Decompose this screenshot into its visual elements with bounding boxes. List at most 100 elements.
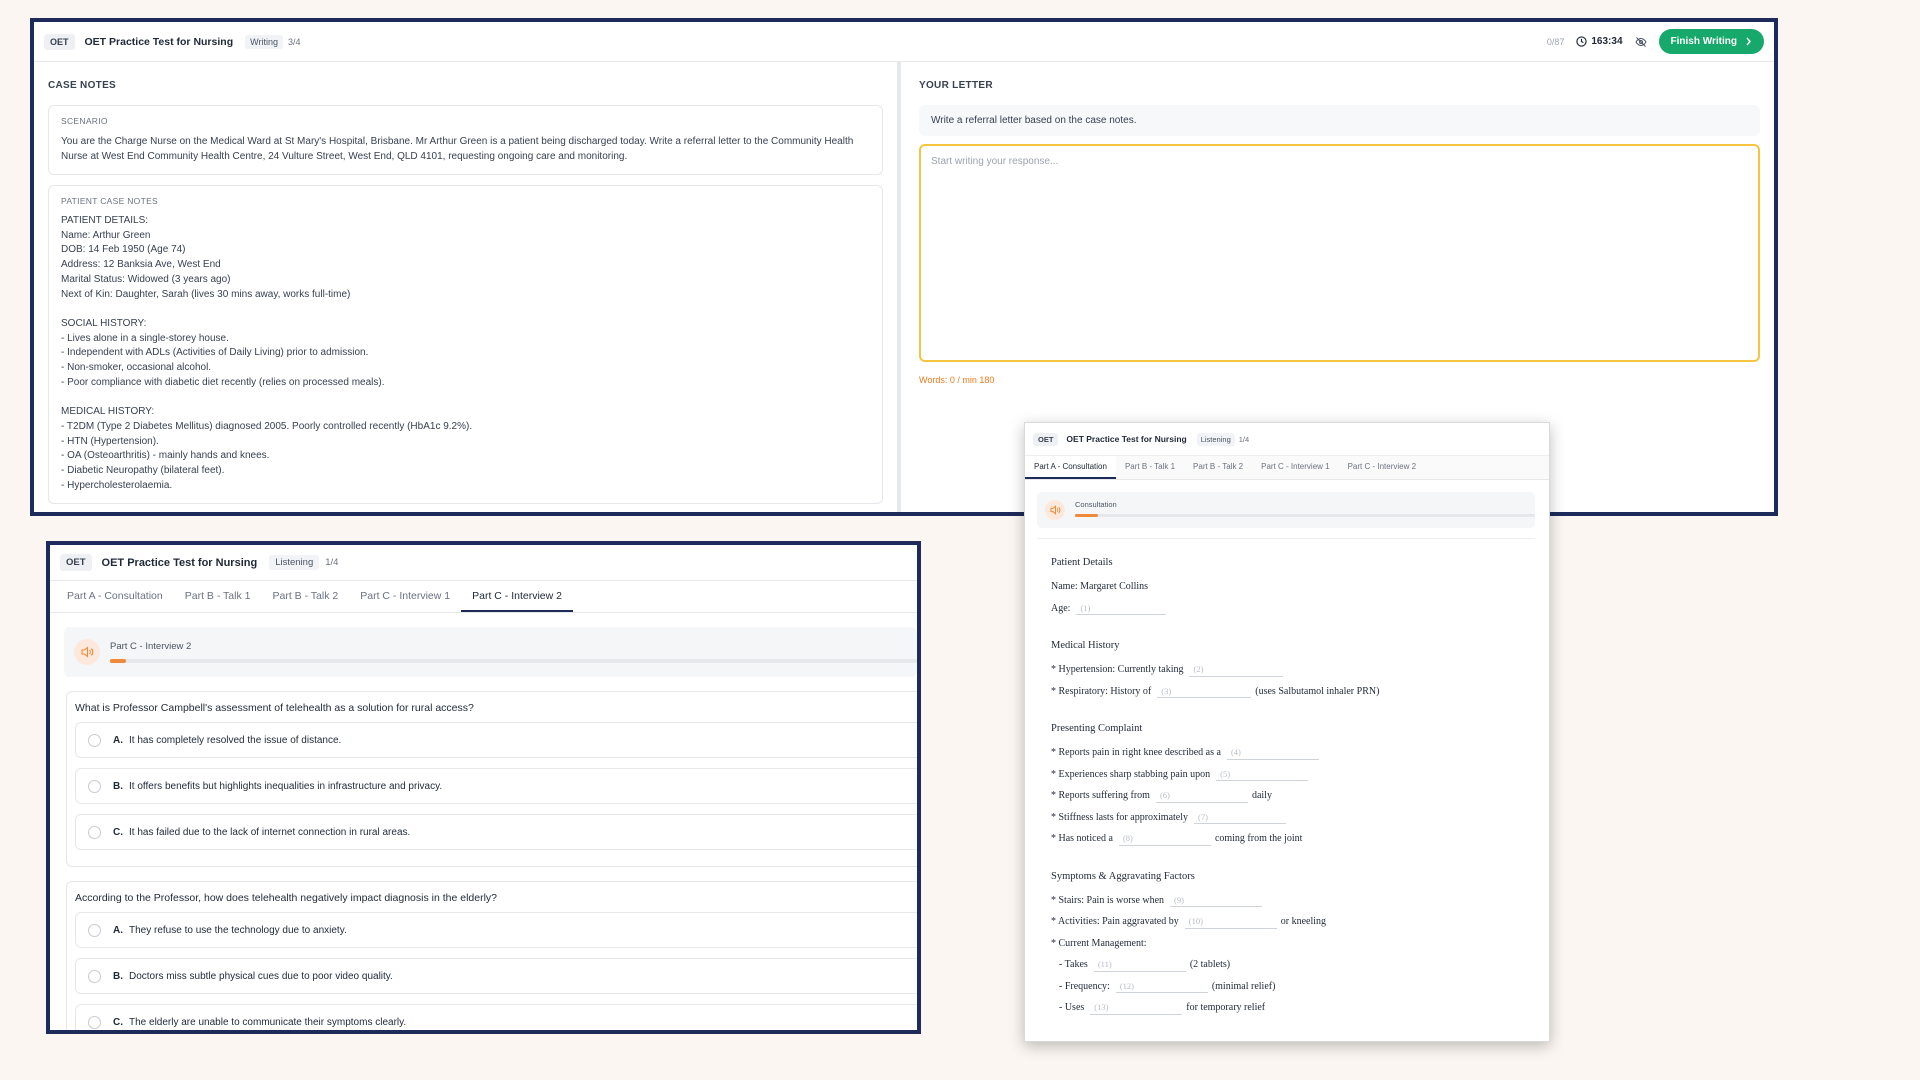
notes-line: Address: 12 Banksia Ave, West End	[61, 259, 221, 271]
answer-blank-6[interactable]: (6)	[1155, 789, 1248, 803]
radio-button[interactable]	[88, 969, 101, 983]
notes-line: - Lives alone in a single-storey house.	[61, 332, 229, 344]
tab-part-a-consultation[interactable]: Part A - Consultation	[56, 581, 174, 612]
case-notes-pane[interactable]: CASE NOTES SCENARIO You are the Charge N…	[34, 62, 901, 512]
answer-blank-2[interactable]: (2)	[1189, 663, 1284, 677]
line-suffix: (2 tablets)	[1189, 959, 1231, 971]
line-text: * Reports suffering from	[1051, 790, 1150, 802]
speaker-icon[interactable]	[1045, 500, 1065, 520]
notes-line: - OA (Osteoarthritis) - mainly hands and…	[61, 450, 270, 462]
audio-player: Part C - Interview 2	[64, 627, 917, 677]
finish-writing-button[interactable]: Finish Writing	[1658, 29, 1764, 54]
audio-player: Consultation	[1037, 492, 1535, 528]
oet-badge: OET	[44, 33, 75, 50]
line-suffix: coming from the joint	[1214, 833, 1303, 845]
tab-part-c-interview-2[interactable]: Part C - Interview 2	[1339, 456, 1425, 479]
tab-part-c-interview-1[interactable]: Part C - Interview 1	[1252, 456, 1338, 479]
tab-part-b-talk-2[interactable]: Part B - Talk 2	[1184, 456, 1252, 479]
patient-notes-label: PATIENT CASE NOTES	[61, 196, 159, 206]
notes-line: PATIENT DETAILS:	[61, 215, 149, 226]
form-line: * Has noticed a (8) coming from the join…	[1051, 828, 1535, 850]
option-text: It has completely resolved the issue of …	[129, 734, 342, 746]
patient-notes-text: PATIENT DETAILS: Name: Arthur Green DOB: 1…	[61, 214, 870, 493]
answer-option[interactable]: B. It offers benefits but highlights ine…	[75, 768, 917, 804]
writing-header: OET OET Practice Test for Nursing Writin…	[34, 22, 1774, 62]
answer-blank-1[interactable]: (1)	[1076, 601, 1167, 616]
word-count-status: Words: 0 / min 180	[919, 375, 995, 385]
part-tabs: Part A - Consultation Part B - Talk 1 Pa…	[1025, 455, 1549, 480]
answer-blank-7[interactable]: (7)	[1194, 810, 1287, 825]
line-suffix: daily	[1251, 790, 1272, 802]
answer-blank-4[interactable]: (4)	[1226, 746, 1319, 760]
tab-part-b-talk-1[interactable]: Part B - Talk 1	[174, 581, 262, 612]
answer-option[interactable]: A. They refuse to use the technology due…	[75, 912, 917, 948]
form-line: * Experiences sharp stabbing pain upon (…	[1051, 764, 1535, 786]
option-text: They refuse to use the technology due to…	[129, 924, 347, 936]
section-progress: 1/4	[325, 557, 339, 568]
answer-blank-3[interactable]: (3)	[1157, 684, 1252, 699]
letter-textarea[interactable]	[919, 144, 1760, 362]
timer-value: 163:34	[1591, 36, 1623, 47]
clock-icon	[1576, 36, 1588, 47]
test-title: OET Practice Test for Nursing	[84, 35, 234, 48]
mode-badge: Listening	[269, 555, 320, 570]
form-line: * Stiffness lasts for approximately (7)	[1051, 807, 1535, 829]
tab-part-b-talk-2[interactable]: Part B - Talk 2	[261, 581, 349, 612]
notes-line: DOB: 14 Feb 1950 (Age 74)	[61, 244, 186, 256]
answer-option[interactable]: A. It has completely resolved the issue …	[75, 722, 917, 758]
tab-part-c-interview-1[interactable]: Part C - Interview 1	[349, 581, 461, 612]
section-progress: 1/4	[1238, 434, 1250, 444]
line-text: * Current Management:	[1051, 937, 1147, 949]
tab-part-b-talk-1[interactable]: Part B - Talk 1	[1116, 456, 1184, 479]
answer-blank-5[interactable]: (5)	[1216, 767, 1309, 782]
answer-blank-10[interactable]: (10)	[1184, 915, 1277, 929]
form-line: * Reports suffering from (6) daily	[1051, 785, 1535, 807]
line-text: * Stiffness lasts for approximately	[1051, 811, 1189, 823]
line-text: * Hypertension: Currently taking	[1051, 664, 1184, 676]
option-text: It has failed due to the lack of interne…	[129, 826, 411, 838]
radio-button[interactable]	[88, 733, 101, 747]
answer-option[interactable]: C. The elderly are unable to communicate…	[75, 1004, 917, 1030]
mode-badge: Writing	[245, 34, 283, 49]
letter-prompt: Write a referral letter based on the cas…	[919, 105, 1760, 136]
answer-blank-12[interactable]: (12)	[1115, 979, 1208, 994]
radio-button[interactable]	[88, 825, 101, 839]
audio-progress-track[interactable]	[1075, 514, 1535, 517]
notes-line: Marital Status: Widowed (3 years ago)	[61, 273, 231, 285]
question-block: What is Professor Campbell's assessment …	[66, 691, 917, 867]
answer-blank-8[interactable]: (8)	[1118, 832, 1211, 846]
section-heading: Patient Details	[1051, 557, 1113, 568]
listening-part-c-window: OET OET Practice Test for Nursing Listen…	[46, 541, 921, 1034]
notes-line: - Hypercholesterolaemia.	[61, 479, 173, 491]
your-letter-title: YOUR LETTER	[919, 80, 993, 91]
form-line: - Takes (11) (2 tablets)	[1051, 954, 1535, 976]
radio-button[interactable]	[88, 1015, 101, 1029]
section-heading: Symptoms & Aggravating Factors	[1051, 870, 1195, 882]
form-line: * Stairs: Pain is worse when (9)	[1051, 890, 1535, 912]
listening-header: OET OET Practice Test for Nursing Listen…	[1025, 423, 1549, 455]
answer-blank-13[interactable]: (13)	[1090, 1001, 1183, 1015]
line-text: Age:	[1051, 602, 1071, 614]
audio-progress-track[interactable]	[110, 659, 917, 663]
notes-line	[61, 390, 870, 405]
speaker-icon[interactable]	[74, 639, 100, 665]
scenario-card: SCENARIO You are the Charge Nurse on the…	[48, 105, 883, 175]
answer-blank-11[interactable]: (11)	[1093, 958, 1186, 972]
line-text: * Has noticed a	[1051, 833, 1113, 845]
answer-option[interactable]: B. Doctors miss subtle physical cues due…	[75, 958, 917, 994]
audio-progress-fill	[1075, 514, 1098, 517]
radio-button[interactable]	[88, 923, 101, 937]
radio-button[interactable]	[88, 779, 101, 793]
line-text: - Frequency:	[1059, 980, 1110, 992]
answer-blank-9[interactable]: (9)	[1170, 893, 1263, 908]
hide-timer-icon[interactable]	[1634, 36, 1647, 48]
answer-option[interactable]: C. It has failed due to the lack of inte…	[75, 814, 917, 850]
notes-line: - Non-smoker, occasional alcohol.	[61, 362, 212, 374]
tab-part-a-consultation[interactable]: Part A - Consultation	[1025, 456, 1116, 479]
form-line: * Current Management:	[1051, 933, 1535, 955]
form-line: * Respiratory: History of (3) (uses Salb…	[1051, 681, 1535, 703]
patient-notes-card: PATIENT CASE NOTES PATIENT DETAILS: Name:…	[48, 185, 883, 505]
option-letter: B.	[113, 970, 123, 982]
oet-badge: OET	[1033, 432, 1059, 446]
tab-part-c-interview-2[interactable]: Part C - Interview 2	[461, 581, 573, 612]
